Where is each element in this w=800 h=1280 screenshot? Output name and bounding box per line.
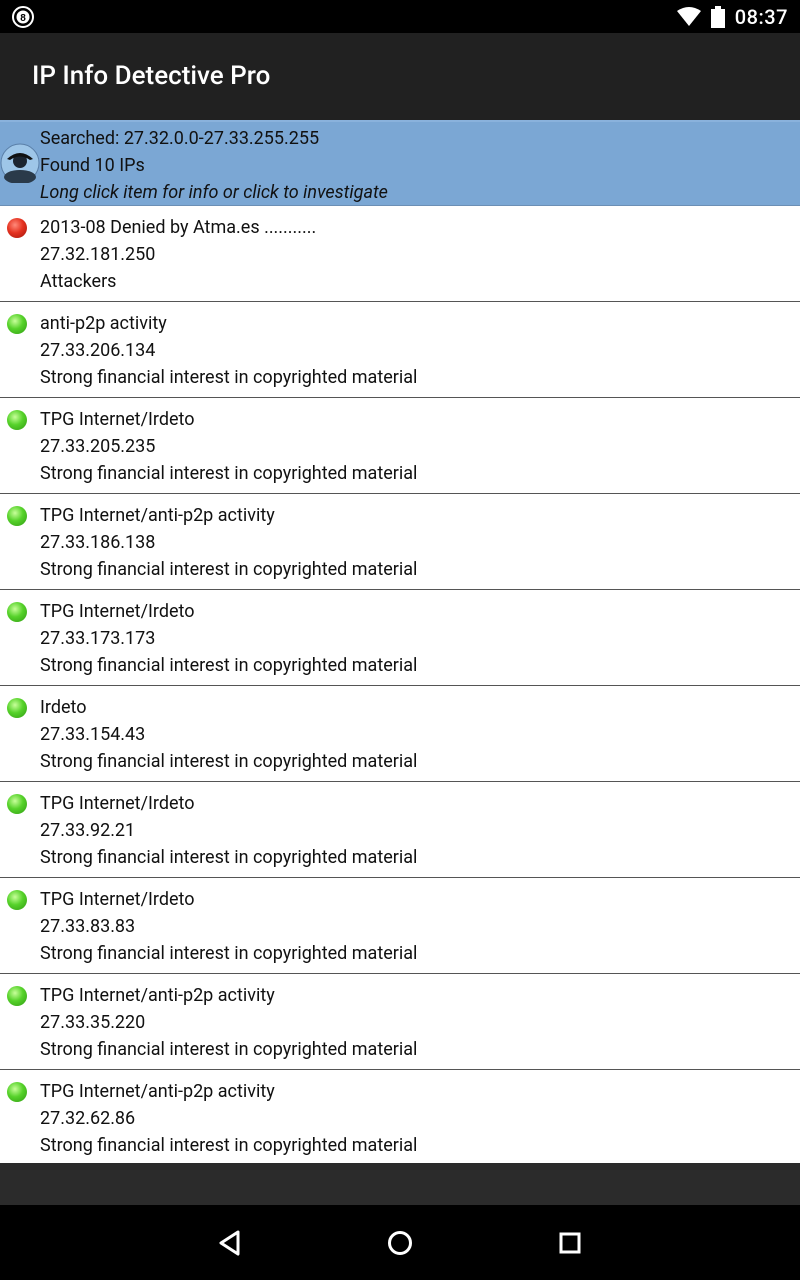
status-time: 08:37 [734, 4, 788, 29]
item-category: Attackers [40, 271, 117, 292]
item-title: TPG Internet/Irdeto [40, 889, 195, 910]
action-bar: IP Info Detective Pro [0, 33, 800, 120]
list-item[interactable]: TPG Internet/Irdeto 27.33.205.235 Strong f… [0, 398, 800, 494]
status-green-dot-icon [7, 794, 27, 814]
navigation-bar [0, 1205, 800, 1280]
item-title: TPG Internet/anti-p2p activity [40, 1081, 275, 1102]
notification-8-icon: 8 [12, 6, 34, 28]
item-title: TPG Internet/anti-p2p activity [40, 985, 275, 1006]
status-green-dot-icon [7, 314, 27, 334]
item-category: Strong financial interest in copyrighted… [40, 559, 418, 580]
item-category: Strong financial interest in copyrighted… [40, 1039, 418, 1060]
item-ip: 27.33.173.173 [40, 628, 156, 649]
item-ip: 27.33.186.138 [40, 532, 156, 553]
status-green-dot-icon [7, 1082, 27, 1102]
item-ip: 27.32.62.86 [40, 1108, 136, 1129]
detective-avatar-icon [0, 143, 40, 183]
item-title: TPG Internet/Irdeto [40, 601, 195, 622]
wifi-icon [676, 6, 701, 26]
item-category: Strong financial interest in copyrighted… [40, 847, 418, 868]
bottom-strip [0, 1163, 800, 1205]
found-count: Found 10 IPs [40, 155, 145, 176]
status-green-dot-icon [7, 602, 27, 622]
status-red-dot-icon [7, 218, 27, 238]
item-title: TPG Internet/anti-p2p activity [40, 505, 275, 526]
list-item[interactable]: TPG Internet/Irdeto 27.33.92.21 Strong fin… [0, 782, 800, 878]
ip-list: Searched: 27.32.0.0-27.33.255.255 Found … [0, 120, 800, 1163]
status-green-dot-icon [7, 890, 27, 910]
list-item[interactable]: TPG Internet/Irdeto 27.33.173.173 Strong f… [0, 590, 800, 686]
status-bar: 8 08:37 [0, 0, 800, 33]
status-green-dot-icon [7, 506, 27, 526]
item-category: Strong financial interest in copyrighted… [40, 367, 418, 388]
item-category: Strong financial interest in copyrighted… [40, 943, 418, 964]
app-title: IP Info Detective Pro [32, 61, 271, 91]
item-category: Strong financial interest in copyrighted… [40, 655, 418, 676]
item-title: Irdeto [40, 697, 87, 718]
status-green-dot-icon [7, 410, 27, 430]
list-item[interactable]: 2013-08 Denied by Atma.es ........... 27.… [0, 206, 800, 302]
list-item[interactable]: TPG Internet/anti-p2p activity 27.33.35.2… [0, 974, 800, 1070]
battery-icon [710, 5, 725, 28]
item-title: TPG Internet/Irdeto [40, 409, 195, 430]
hint-text: Long click item for info or click to inv… [40, 182, 388, 203]
search-summary-header[interactable]: Searched: 27.32.0.0-27.33.255.255 Found … [0, 120, 800, 206]
svg-text:8: 8 [20, 13, 26, 24]
status-green-dot-icon [7, 698, 27, 718]
item-category: Strong financial interest in copyrighted… [40, 463, 418, 484]
item-category: Strong financial interest in copyrighted… [40, 751, 418, 772]
list-item[interactable]: Irdeto 27.33.154.43 Strong financial inter… [0, 686, 800, 782]
list-item[interactable]: TPG Internet/anti-p2p activity 27.33.186.… [0, 494, 800, 590]
list-item[interactable]: TPG Internet/Irdeto 27.33.83.83 Strong fin… [0, 878, 800, 974]
item-ip: 27.33.206.134 [40, 340, 156, 361]
item-category: Strong financial interest in copyrighted… [40, 1135, 418, 1156]
item-title: anti-p2p activity [40, 313, 167, 334]
status-green-dot-icon [7, 986, 27, 1006]
item-ip: 27.33.154.43 [40, 724, 146, 745]
searched-range: Searched: 27.32.0.0-27.33.255.255 [40, 128, 320, 149]
item-ip: 27.33.83.83 [40, 916, 136, 937]
item-title: TPG Internet/Irdeto [40, 793, 195, 814]
recents-square-icon[interactable] [552, 1225, 588, 1261]
item-title: 2013-08 Denied by Atma.es ........... [40, 217, 317, 238]
item-ip: 27.32.181.250 [40, 244, 156, 265]
list-item[interactable]: anti-p2p activity 27.33.206.134 Strong fin… [0, 302, 800, 398]
item-ip: 27.33.92.21 [40, 820, 136, 841]
back-triangle-icon[interactable] [212, 1225, 248, 1261]
list-item[interactable]: TPG Internet/anti-p2p activity 27.32.62.8… [0, 1070, 800, 1166]
home-circle-icon[interactable] [382, 1225, 418, 1261]
item-ip: 27.33.205.235 [40, 436, 156, 457]
item-ip: 27.33.35.220 [40, 1012, 146, 1033]
